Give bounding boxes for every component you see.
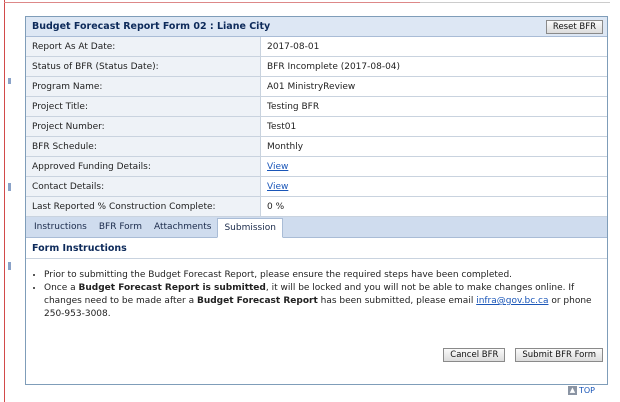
left-marker: [8, 78, 11, 84]
top-label: TOP: [579, 386, 596, 395]
page-border-left: [4, 0, 5, 402]
tab-attachments[interactable]: Attachments: [148, 218, 217, 237]
table-row: Status of BFR (Status Date): BFR Incompl…: [26, 56, 607, 77]
instructions-list: Prior to submitting the Budget Forecast …: [26, 269, 607, 321]
table-row: Report As At Date: 2017-08-01: [26, 37, 607, 57]
row-label: Last Reported % Construction Complete:: [26, 196, 261, 217]
tab-submission[interactable]: Submission: [217, 218, 283, 238]
form-actions: Cancel BFR Submit BFR Form: [443, 348, 603, 362]
top-divider: [420, 2, 610, 13]
instr-bold: Budget Forecast Report is submitted: [78, 283, 266, 293]
back-to-top-link[interactable]: ▲ TOP: [568, 386, 595, 395]
row-value: 2017-08-01: [260, 37, 607, 57]
instr-text: has been submitted, please email: [317, 296, 477, 306]
arrow-up-icon: ▲: [568, 386, 577, 395]
table-row: BFR Schedule: Monthly: [26, 136, 607, 157]
row-value: A01 MinistryReview: [260, 76, 607, 97]
bfr-panel: Budget Forecast Report Form 02 : Liane C…: [25, 16, 608, 385]
approved-funding-view-link[interactable]: View: [267, 162, 288, 172]
email-link[interactable]: infra@gov.bc.ca: [476, 296, 548, 306]
left-marker: [8, 262, 11, 270]
row-value: Test01: [260, 116, 607, 137]
row-value: Monthly: [260, 136, 607, 157]
contact-details-view-link[interactable]: View: [267, 182, 288, 192]
row-label: Status of BFR (Status Date):: [26, 56, 261, 77]
table-row: Project Number: Test01: [26, 116, 607, 137]
row-value: View: [260, 176, 607, 197]
row-label: Project Number:: [26, 116, 261, 137]
report-info-table: Report As At Date: 2017-08-01 Status of …: [26, 37, 607, 217]
left-marker: [8, 183, 11, 191]
tab-bfr-form[interactable]: BFR Form: [93, 218, 148, 237]
table-row: Program Name: A01 MinistryReview: [26, 76, 607, 97]
table-row: Contact Details: View: [26, 176, 607, 197]
row-label: Program Name:: [26, 76, 261, 97]
row-label: Project Title:: [26, 96, 261, 117]
form-header: Budget Forecast Report Form 02 : Liane C…: [26, 17, 607, 37]
row-label: Report As At Date:: [26, 37, 261, 57]
row-label: Contact Details:: [26, 176, 261, 197]
submit-bfr-form-button[interactable]: Submit BFR Form: [515, 348, 603, 362]
table-row: Approved Funding Details: View: [26, 156, 607, 177]
list-item: Prior to submitting the Budget Forecast …: [44, 269, 599, 282]
row-value: 0 %: [260, 196, 607, 217]
row-label: BFR Schedule:: [26, 136, 261, 157]
instr-text: Once a: [44, 283, 79, 293]
table-row: Last Reported % Construction Complete: 0…: [26, 196, 607, 217]
cancel-bfr-button[interactable]: Cancel BFR: [443, 348, 506, 362]
form-title: Budget Forecast Report Form 02 : Liane C…: [32, 21, 271, 32]
row-label: Approved Funding Details:: [26, 156, 261, 177]
list-item: Once a Budget Forecast Report is submitt…: [44, 282, 599, 321]
reset-bfr-button[interactable]: Reset BFR: [545, 19, 603, 34]
table-row: Project Title: Testing BFR: [26, 96, 607, 117]
tab-instructions[interactable]: Instructions: [28, 218, 93, 237]
tab-bar: Instructions BFR Form Attachments Submis…: [26, 217, 607, 238]
row-value: Testing BFR: [260, 96, 607, 117]
section-title: Form Instructions: [26, 238, 607, 259]
instr-bold: Budget Forecast Report: [196, 296, 318, 306]
row-value: BFR Incomplete (2017-08-04): [260, 56, 607, 77]
row-value: View: [260, 156, 607, 177]
